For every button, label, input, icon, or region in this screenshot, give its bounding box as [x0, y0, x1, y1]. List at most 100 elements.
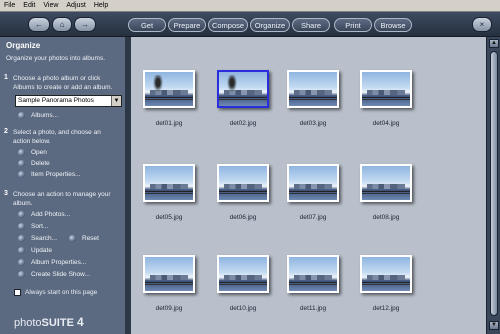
scroll-up-icon[interactable]: ▲	[489, 39, 499, 48]
menu-edit[interactable]: Edit	[19, 2, 39, 9]
back-arrow-icon: ←	[35, 20, 43, 29]
search-action[interactable]: Search...	[18, 235, 57, 242]
photo-image	[289, 257, 337, 291]
always-start-checkbox[interactable]: Always start on this page	[14, 289, 97, 296]
photo-thumbnail[interactable]	[287, 164, 339, 202]
bullet-icon	[18, 171, 25, 178]
checkbox-box[interactable]	[14, 289, 21, 296]
logo-suite: SUITE	[41, 317, 74, 329]
sort-action[interactable]: Sort...	[18, 223, 48, 230]
bullet-icon	[18, 211, 25, 218]
sidebar-title: Organize	[6, 41, 41, 50]
photo-caption: det04.jpg	[372, 120, 400, 127]
photo-thumbnail[interactable]	[217, 70, 269, 108]
photo-caption: det06.jpg	[229, 214, 257, 221]
back-button[interactable]: ←	[28, 17, 50, 32]
step1-number: 1	[4, 74, 8, 81]
logo-photo: photo	[14, 317, 42, 329]
photo-thumbnail[interactable]	[143, 164, 195, 202]
step3-text-a: Choose an action to manage your	[13, 191, 111, 198]
bullet-icon	[18, 112, 25, 119]
bullet-icon	[18, 259, 25, 266]
step2-text-a: Select a photo, and choose an	[13, 129, 101, 136]
step2-text-b: action below.	[13, 138, 51, 145]
album-properties-label: Album Properties...	[31, 259, 87, 266]
add-photos-action[interactable]: Add Photos...	[18, 211, 70, 218]
step1-text-b: Albums to create or add an album.	[13, 84, 113, 91]
browse-button[interactable]: Browse	[374, 18, 412, 32]
photo-image	[362, 257, 410, 291]
print-button[interactable]: Print	[334, 18, 372, 32]
share-button[interactable]: Share	[292, 18, 330, 32]
photo-caption: det08.jpg	[372, 214, 400, 221]
bullet-icon	[69, 235, 76, 242]
photo-thumbnail[interactable]	[287, 70, 339, 108]
photo-thumbnail[interactable]	[217, 164, 269, 202]
menu-view[interactable]: View	[39, 2, 62, 9]
photo-image	[219, 257, 267, 291]
item-properties-action[interactable]: Item Properties...	[18, 171, 81, 178]
organize-sidebar: Organize Organize your photos into album…	[0, 37, 128, 334]
reset-action[interactable]: Reset	[69, 235, 99, 242]
step2-number: 2	[4, 128, 8, 135]
bullet-icon	[18, 271, 25, 278]
organize-button[interactable]: Organize	[250, 18, 290, 32]
chevron-down-icon[interactable]: ▼	[111, 96, 121, 106]
scroll-down-icon[interactable]: ▼	[489, 321, 499, 330]
reset-label: Reset	[82, 235, 99, 242]
create-slide-show-action[interactable]: Create Slide Show...	[18, 271, 90, 278]
forward-button[interactable]: →	[74, 17, 96, 32]
photo-caption: det01.jpg	[155, 120, 183, 127]
photo-image	[289, 72, 337, 106]
step3-text-b: album.	[13, 200, 33, 207]
add-photos-label: Add Photos...	[31, 211, 71, 218]
menu-adjust[interactable]: Adjust	[62, 2, 89, 9]
update-label: Update	[31, 247, 52, 254]
close-icon: ×	[479, 20, 485, 29]
photo-caption: det02.jpg	[229, 120, 257, 127]
photo-image	[362, 72, 410, 106]
photo-caption: det03.jpg	[299, 120, 327, 127]
bullet-icon	[18, 247, 25, 254]
compose-button[interactable]: Compose	[208, 18, 248, 32]
albums-label: Albums...	[31, 112, 59, 119]
home-button[interactable]: ⌂	[52, 17, 72, 32]
update-action[interactable]: Update	[18, 247, 52, 254]
photo-caption: det12.jpg	[372, 305, 400, 312]
photo-caption: det11.jpg	[299, 305, 327, 312]
delete-action[interactable]: Delete	[18, 160, 50, 167]
gallery-scrollbar[interactable]: ▲ ▼	[486, 37, 500, 334]
albums-link[interactable]: Albums...	[18, 112, 58, 119]
photosuite-logo: photoSUITE 4	[14, 315, 84, 329]
photo-thumbnail[interactable]	[287, 255, 339, 293]
photo-thumbnail[interactable]	[360, 255, 412, 293]
bullet-icon	[18, 223, 25, 230]
photo-thumbnail[interactable]	[217, 255, 269, 293]
prepare-button[interactable]: Prepare	[168, 18, 206, 32]
get-button[interactable]: Get	[128, 18, 166, 32]
forward-arrow-icon: →	[81, 20, 89, 29]
menu-help[interactable]: Help	[90, 2, 112, 9]
scroll-thumb[interactable]	[490, 51, 498, 316]
photo-thumbnail[interactable]	[360, 164, 412, 202]
delete-label: Delete	[31, 160, 50, 167]
bullet-icon	[18, 160, 25, 167]
album-select-value: Sample Panorama Photos	[18, 97, 94, 104]
create-slide-show-label: Create Slide Show...	[31, 271, 90, 278]
menu-file[interactable]: File	[0, 2, 19, 9]
search-label: Search...	[31, 235, 58, 242]
photo-thumbnail[interactable]	[143, 255, 195, 293]
photo-caption: det10.jpg	[229, 305, 257, 312]
photo-thumbnail[interactable]	[360, 70, 412, 108]
album-properties-action[interactable]: Album Properties...	[18, 259, 86, 266]
photo-image	[145, 72, 193, 106]
bullet-icon	[18, 149, 25, 156]
photo-caption: det05.jpg	[155, 214, 183, 221]
photo-image	[289, 166, 337, 200]
open-action[interactable]: Open	[18, 149, 47, 156]
close-button[interactable]: ×	[472, 17, 492, 32]
photo-thumbnail[interactable]	[143, 70, 195, 108]
album-select[interactable]: Sample Panorama Photos ▼	[15, 95, 122, 107]
photo-caption: det07.jpg	[299, 214, 327, 221]
step3-number: 3	[4, 190, 8, 197]
